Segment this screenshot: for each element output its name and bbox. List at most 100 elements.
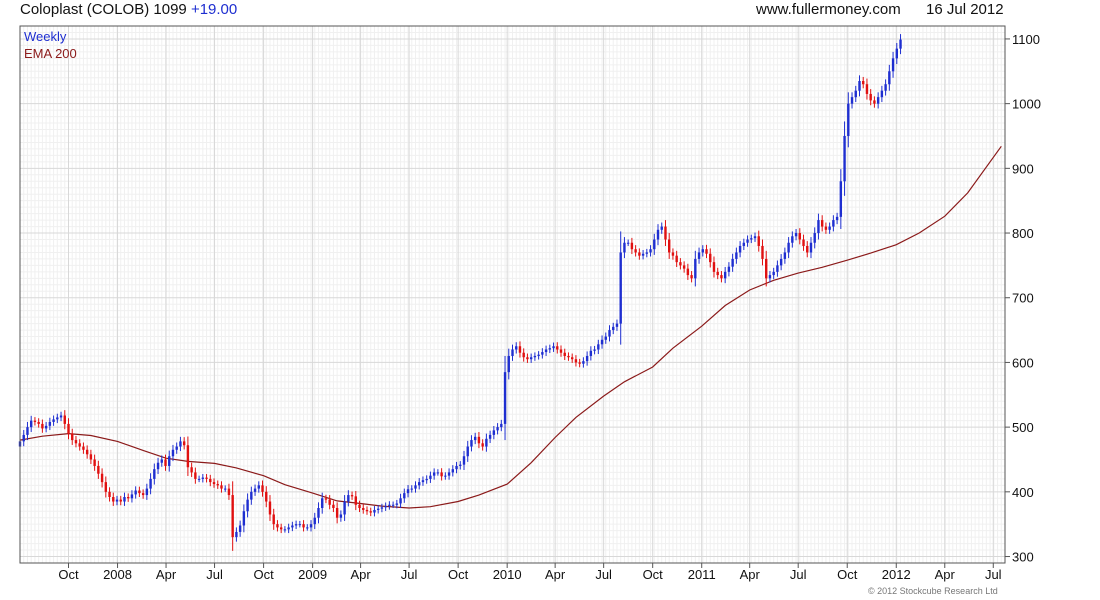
candle-body <box>809 242 813 253</box>
candle-body <box>783 252 787 259</box>
candle-body <box>212 482 216 485</box>
candle-body <box>403 493 406 499</box>
candle <box>690 271 693 283</box>
candle <box>153 463 156 485</box>
candle <box>127 493 130 502</box>
x-tick-label: Jul <box>985 567 1002 582</box>
candle-body <box>362 508 365 510</box>
candle <box>332 500 335 513</box>
candle <box>697 247 701 264</box>
candle <box>294 520 298 530</box>
candle <box>138 486 141 498</box>
y-tick-label: 900 <box>1012 161 1034 176</box>
candle-body <box>182 441 186 446</box>
candle-body <box>787 242 790 253</box>
candle-body <box>250 491 253 500</box>
candle <box>145 483 149 500</box>
candle-body <box>44 425 48 429</box>
candle-body <box>656 229 660 240</box>
candle-body <box>858 80 861 91</box>
candle-body <box>145 488 149 496</box>
candle-body <box>294 524 298 526</box>
candle-body <box>149 478 152 489</box>
candle <box>798 228 801 245</box>
candle <box>593 345 596 355</box>
candle <box>29 415 33 432</box>
candle <box>209 474 212 487</box>
candle-body <box>130 494 134 499</box>
candle-body <box>813 233 816 243</box>
candle <box>638 248 641 260</box>
candle-body <box>761 245 764 259</box>
candle <box>56 413 59 424</box>
candle-body <box>552 346 555 349</box>
x-tick-label: Jul <box>790 567 807 582</box>
candle-body <box>242 511 246 526</box>
candle-body <box>556 346 559 350</box>
candle-body <box>466 446 469 457</box>
candle-body <box>589 350 593 356</box>
candle-body <box>574 359 578 363</box>
candle <box>373 506 376 517</box>
candle-body <box>313 517 316 525</box>
candle <box>619 231 622 345</box>
candle-body <box>533 355 537 358</box>
candle-body <box>794 233 798 237</box>
candle <box>459 461 462 470</box>
candle-body <box>716 271 719 276</box>
candle <box>705 244 708 259</box>
candle <box>313 512 316 530</box>
candle-body <box>548 348 552 350</box>
candle-body <box>597 344 600 350</box>
candle-body <box>638 252 641 256</box>
candle-body <box>332 504 335 509</box>
candle <box>518 341 522 358</box>
candle-body <box>470 440 473 447</box>
candle-body <box>238 525 242 532</box>
candle-body <box>515 346 518 350</box>
candle-body <box>339 514 343 518</box>
candle <box>339 510 343 522</box>
candle <box>888 64 891 91</box>
candle-body <box>444 475 447 477</box>
candle-body <box>52 419 55 422</box>
candle-body <box>59 415 63 418</box>
candle-body <box>343 501 346 515</box>
x-tick-label: Apr <box>935 567 956 582</box>
x-tick-label: Jul <box>401 567 418 582</box>
candle-body <box>488 434 492 439</box>
candle-body <box>888 71 891 85</box>
candle-body <box>828 226 831 230</box>
candle-body <box>824 226 828 230</box>
candle <box>365 506 369 515</box>
legend-ema: EMA 200 <box>24 46 77 61</box>
candle <box>253 484 257 496</box>
candle-body <box>742 242 746 246</box>
candle <box>414 481 417 493</box>
candle-body <box>634 249 637 253</box>
candle-body <box>29 420 33 428</box>
candle <box>615 319 619 331</box>
candle-body <box>835 216 839 221</box>
candle <box>473 432 477 445</box>
candle <box>899 34 902 55</box>
candle <box>190 462 193 477</box>
candle-body <box>694 258 697 279</box>
legend-weekly: Weekly <box>24 29 67 44</box>
x-tick-label: 2011 <box>688 567 716 582</box>
candle-body <box>369 511 372 513</box>
candle <box>515 342 518 354</box>
candle-body <box>731 258 734 267</box>
candle <box>802 234 805 251</box>
candle <box>716 267 719 280</box>
candle-body <box>806 245 809 253</box>
candle <box>119 495 122 506</box>
candle-body <box>891 58 895 72</box>
candle <box>82 442 85 454</box>
candle-body <box>425 478 428 481</box>
candle <box>186 436 190 476</box>
candle <box>765 250 768 287</box>
candle <box>399 493 402 509</box>
candle <box>858 75 861 97</box>
candle-body <box>615 323 619 327</box>
